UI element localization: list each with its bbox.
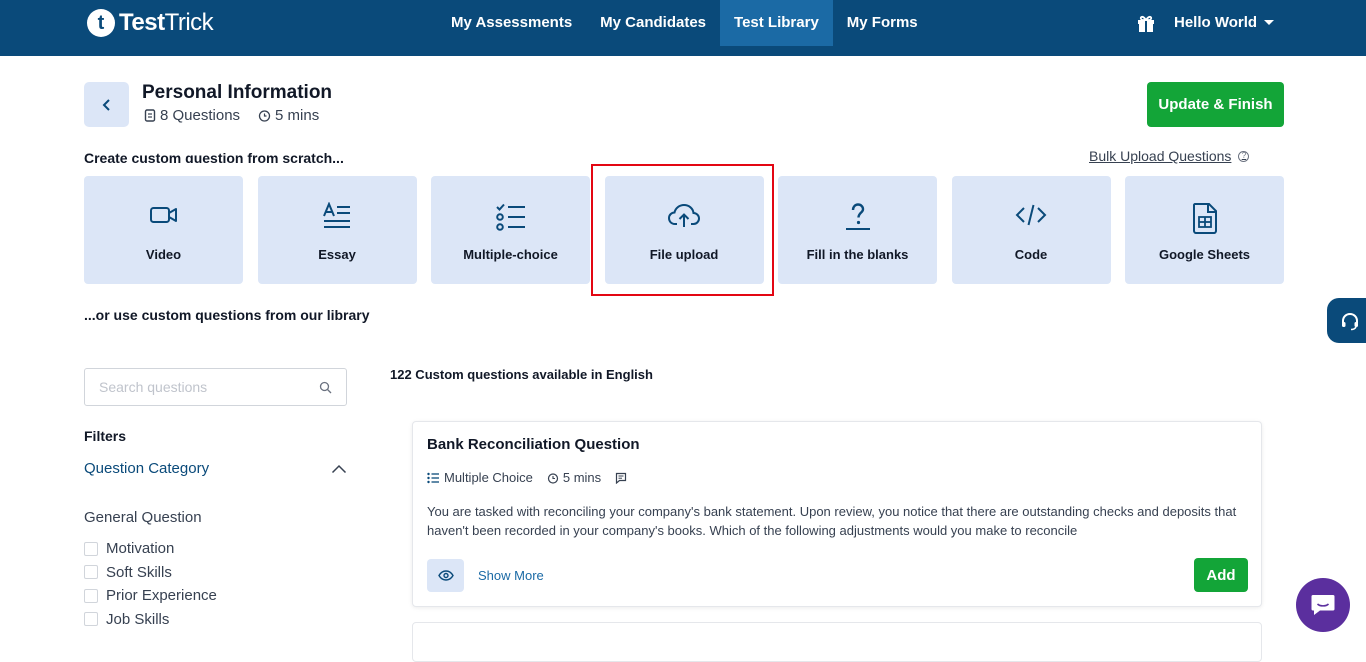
video-icon bbox=[149, 207, 177, 223]
question-type-label: Fill in the blanks bbox=[806, 247, 909, 262]
question-description: You are tasked with reconciling your com… bbox=[427, 504, 1237, 538]
show-more-link[interactable]: Show More bbox=[478, 568, 544, 583]
question-type-multiple-choice[interactable]: Multiple-choice bbox=[431, 176, 590, 284]
question-category-label: Question Category bbox=[84, 460, 210, 477]
question-type-label: Google Sheets bbox=[1158, 247, 1251, 262]
question-type-essay[interactable]: Essay bbox=[257, 176, 417, 284]
question-type-google-sheets[interactable]: Google Sheets bbox=[1125, 176, 1284, 284]
test-meta: 8 Questions 5 mins bbox=[144, 107, 319, 124]
create-custom-label: Create custom question from scratch... bbox=[84, 150, 344, 163]
selection-highlight bbox=[591, 164, 774, 296]
search-box bbox=[84, 368, 347, 406]
chevron-left-icon bbox=[102, 98, 110, 111]
filter-option-label: Job Skills bbox=[106, 610, 170, 628]
question-type-label: Code bbox=[1014, 247, 1048, 262]
available-count: 122 Custom questions available in Englis… bbox=[390, 367, 653, 382]
brand-name-bold: Test bbox=[119, 9, 165, 36]
question-title: Bank Reconciliation Question bbox=[427, 436, 640, 453]
chat-icon bbox=[1311, 595, 1335, 615]
spreadsheet-icon bbox=[1192, 203, 1217, 234]
filter-option-job-skills[interactable]: Job Skills bbox=[84, 608, 217, 632]
page-title: Personal Information bbox=[142, 82, 333, 103]
nav-test-library[interactable]: Test Library bbox=[720, 0, 833, 46]
eye-icon bbox=[437, 570, 454, 581]
top-navbar: t TestTrick My Assessments My Candidates… bbox=[0, 0, 1366, 56]
question-card: Bank Reconciliation Question Multiple Ch… bbox=[412, 421, 1262, 607]
gift-icon[interactable] bbox=[1136, 13, 1156, 33]
chevron-up-icon bbox=[331, 464, 347, 473]
logo-badge: t bbox=[87, 9, 115, 37]
library-label: ...or use custom questions from our libr… bbox=[84, 307, 370, 323]
nav-my-forms[interactable]: My Forms bbox=[833, 0, 932, 46]
search-icon[interactable] bbox=[319, 381, 332, 394]
message-icon bbox=[616, 472, 627, 484]
question-type-label: Multiple-choice bbox=[463, 247, 558, 262]
question-mark-icon bbox=[845, 203, 870, 230]
nav-my-candidates[interactable]: My Candidates bbox=[586, 0, 720, 46]
question-type-code[interactable]: Code bbox=[951, 176, 1111, 284]
general-question-label: General Question bbox=[84, 509, 202, 526]
update-finish-button[interactable]: Update & Finish bbox=[1147, 82, 1284, 127]
brand-logo[interactable]: t TestTrick bbox=[87, 9, 214, 37]
headset-icon bbox=[1341, 312, 1358, 330]
filters-heading: Filters bbox=[84, 428, 127, 444]
preview-button[interactable] bbox=[427, 559, 464, 592]
clock-icon bbox=[258, 110, 271, 122]
bulk-upload-label: Bulk Upload Questions bbox=[1089, 148, 1232, 164]
user-menu[interactable]: Hello World bbox=[1174, 14, 1275, 31]
document-icon bbox=[144, 109, 156, 122]
list-icon bbox=[427, 472, 439, 483]
chat-widget-button[interactable] bbox=[1296, 578, 1350, 632]
brand-name: TestTrick bbox=[119, 9, 214, 37]
question-type-video[interactable]: Video bbox=[84, 176, 243, 284]
multiple-choice-icon bbox=[495, 203, 525, 231]
filter-option-label: Prior Experience bbox=[106, 587, 217, 605]
question-meta: Multiple Choice 5 mins bbox=[427, 470, 631, 485]
chevron-down-icon bbox=[1264, 20, 1275, 25]
filter-option-soft-skills[interactable]: Soft Skills bbox=[84, 561, 217, 585]
help-icon[interactable]: ? bbox=[1238, 150, 1250, 162]
support-tab[interactable] bbox=[1327, 298, 1366, 343]
question-type-fill-blanks[interactable]: Fill in the blanks bbox=[778, 176, 937, 284]
add-question-button[interactable]: Add bbox=[1194, 558, 1248, 592]
category-checkbox-list: Motivation Soft Skills Prior Experience … bbox=[84, 537, 217, 631]
question-card bbox=[412, 622, 1262, 662]
checkbox[interactable] bbox=[84, 541, 98, 556]
filter-option-label: Soft Skills bbox=[106, 563, 172, 581]
code-icon bbox=[1015, 204, 1047, 226]
essay-icon bbox=[323, 202, 350, 228]
search-input[interactable] bbox=[99, 379, 319, 395]
filter-option-motivation[interactable]: Motivation bbox=[84, 537, 217, 561]
question-duration: 5 mins bbox=[562, 470, 602, 485]
main-nav: My Assessments My Candidates Test Librar… bbox=[437, 0, 932, 56]
checkbox[interactable] bbox=[84, 565, 98, 580]
question-type-label: Video bbox=[145, 247, 182, 262]
question-category-toggle[interactable]: Question Category bbox=[84, 460, 347, 477]
filter-option-label: Motivation bbox=[106, 540, 175, 558]
question-type-label: Essay bbox=[318, 247, 356, 262]
clock-icon bbox=[547, 472, 558, 484]
user-name: Hello World bbox=[1174, 14, 1258, 31]
checkbox[interactable] bbox=[84, 588, 98, 603]
question-count: 8 Questions bbox=[160, 107, 241, 124]
test-duration: 5 mins bbox=[275, 107, 320, 124]
filter-option-prior-experience[interactable]: Prior Experience bbox=[84, 584, 217, 608]
question-type: Multiple Choice bbox=[444, 470, 533, 485]
brand-name-light: Trick bbox=[164, 9, 214, 36]
bulk-upload-link[interactable]: Bulk Upload Questions ? bbox=[1089, 148, 1250, 164]
checkbox[interactable] bbox=[84, 612, 98, 627]
back-button[interactable] bbox=[84, 82, 129, 127]
nav-my-assessments[interactable]: My Assessments bbox=[437, 0, 586, 46]
